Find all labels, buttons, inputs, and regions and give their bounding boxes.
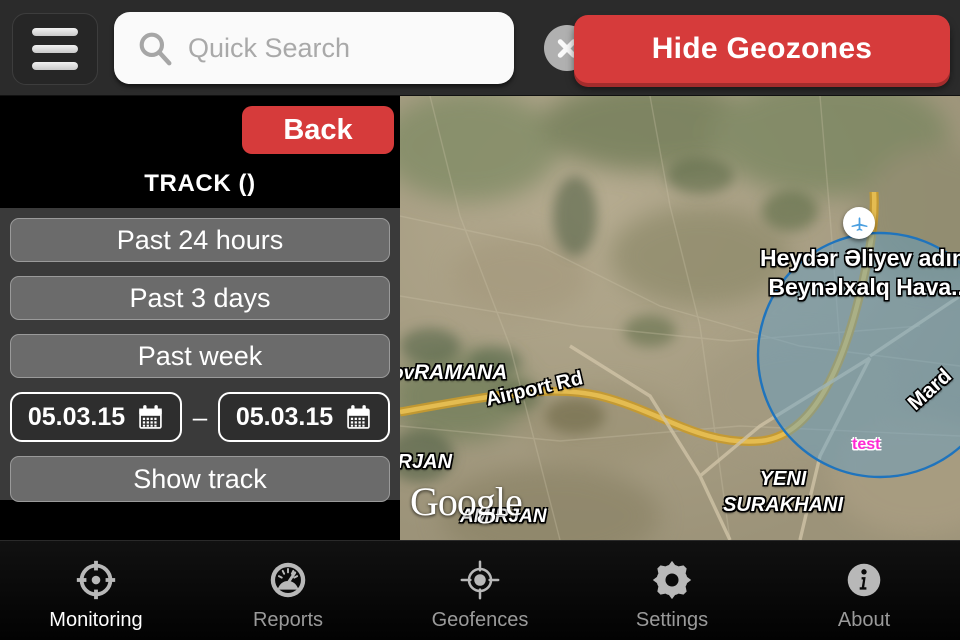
satellite-imagery <box>400 96 960 540</box>
date-range-row: 05.03.15 – 05.03.15 <box>10 392 390 442</box>
tab-label-settings: Settings <box>635 608 709 631</box>
menu-bar-2 <box>32 45 78 53</box>
page-title: TRACK () <box>144 170 256 197</box>
calendar-icon <box>347 404 370 429</box>
past-3-days-button[interactable]: Past 3 days <box>10 276 390 320</box>
menu-bar-3 <box>32 62 78 70</box>
tab-reports[interactable]: Reports <box>192 541 384 640</box>
tab-about[interactable]: About <box>768 541 960 640</box>
search-input[interactable] <box>186 31 544 65</box>
top-bar: Hide Geozones <box>0 0 960 96</box>
date-from-field[interactable]: 05.03.15 <box>10 392 182 442</box>
bottom-tab-bar: Monitoring Reports Geofences Settings Ab… <box>0 540 960 640</box>
past-24-hours-button[interactable]: Past 24 hours <box>10 218 390 262</box>
airplane-marker-icon[interactable] <box>843 207 875 239</box>
show-track-button[interactable]: Show track <box>10 456 390 502</box>
info-circle-icon <box>847 563 881 596</box>
tab-label-monitoring: Monitoring <box>49 608 143 631</box>
app-root: Hide Geozones Back TRACK () Past 24 hour… <box>0 0 960 640</box>
google-watermark: Google <box>410 479 523 524</box>
tab-monitoring[interactable]: Monitoring <box>0 541 192 640</box>
date-to-field[interactable]: 05.03.15 <box>218 392 390 442</box>
track-panel: Back TRACK () Past 24 hours Past 3 days … <box>0 96 400 540</box>
hide-geozones-button[interactable]: Hide Geozones <box>574 15 950 83</box>
tab-label-reports: Reports <box>252 608 324 631</box>
past-week-button[interactable]: Past week <box>10 334 390 378</box>
menu-bar-1 <box>32 28 78 36</box>
date-to-value: 05.03.15 <box>235 402 334 431</box>
date-range-separator: – <box>192 401 208 432</box>
crosshair-icon <box>76 560 116 599</box>
target-locate-icon <box>460 560 500 599</box>
tab-label-about: About <box>837 608 891 631</box>
back-button[interactable]: Back <box>242 106 394 154</box>
gear-icon <box>652 560 692 599</box>
calendar-icon <box>139 404 162 429</box>
hamburger-menu-icon[interactable] <box>12 13 98 85</box>
gauge-icon <box>270 562 306 597</box>
date-from-value: 05.03.15 <box>27 402 126 431</box>
search-icon <box>139 32 172 66</box>
tab-geofences[interactable]: Geofences <box>384 541 576 640</box>
tab-label-geofences: Geofences <box>431 608 529 631</box>
map-view[interactable]: Heydər Əliyev adına Beynəlxalq Hava... o… <box>400 96 960 540</box>
airplane-icon <box>851 216 867 231</box>
tab-settings[interactable]: Settings <box>576 541 768 640</box>
search-bar[interactable] <box>114 12 590 84</box>
track-controls: Past 24 hours Past 3 days Past week 05.0… <box>0 208 400 502</box>
